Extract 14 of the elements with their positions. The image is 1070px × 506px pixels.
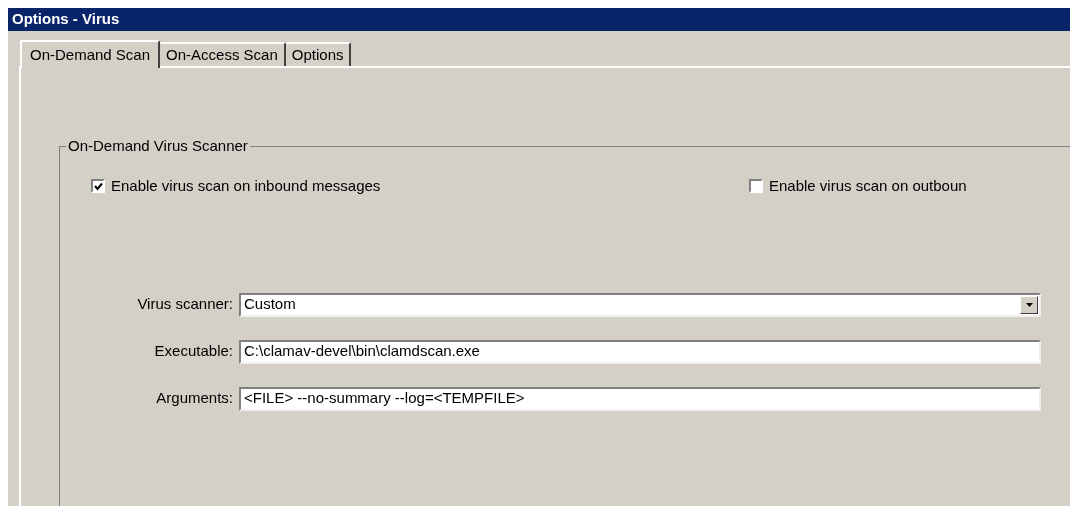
tab[interactable]: On-Access Scan	[160, 42, 286, 66]
checkbox[interactable]	[749, 179, 763, 194]
tab[interactable]: Options	[285, 42, 352, 66]
tab[interactable]: On-Demand Scan	[20, 40, 161, 68]
input-field[interactable]: <FILE> --no-summary --log=<TEMPFILE>	[239, 386, 1041, 411]
dropdown[interactable]: Custom	[239, 292, 1041, 317]
checkbox[interactable]	[91, 179, 105, 194]
field-label: Arguments:	[155, 388, 234, 409]
field-label: Executable:	[153, 341, 234, 362]
checkbox-label: Enable virus scan on inbound messages	[111, 176, 381, 196]
window-title: Options - Virus	[12, 9, 120, 30]
input-field[interactable]: C:\clamav-devel\bin\clamdscan.exe	[239, 339, 1041, 364]
checkbox-label: Enable virus scan on outboun	[769, 176, 967, 196]
field-label: Virus scanner:	[136, 294, 234, 315]
